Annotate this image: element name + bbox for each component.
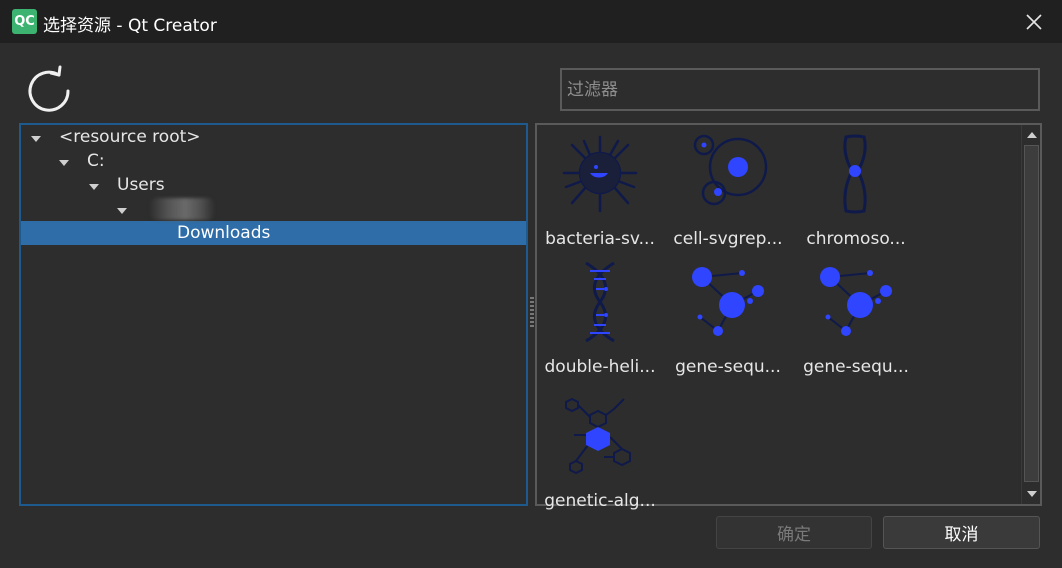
ok-button[interactable]: 确定 bbox=[716, 516, 872, 549]
tree-item-label: <resource root> bbox=[59, 127, 201, 147]
resource-item-label: double-heli... bbox=[544, 357, 656, 377]
scroll-down-arrow-icon bbox=[1026, 491, 1037, 497]
resource-item-label: gene-sequ... bbox=[675, 357, 781, 377]
gene-sequence-icon bbox=[692, 267, 764, 336]
refresh-button[interactable] bbox=[24, 65, 74, 115]
bacteria-icon bbox=[562, 135, 638, 213]
vertical-scrollbar[interactable] bbox=[1021, 125, 1040, 504]
tree-item-c-drive[interactable]: C: bbox=[57, 151, 257, 175]
genetic-algorithm-icon bbox=[565, 397, 631, 475]
title-bar: QC 选择资源 - Qt Creator bbox=[0, 0, 1062, 43]
resource-item-label: bacteria-sv... bbox=[545, 229, 655, 249]
tree-item-label: Users bbox=[117, 175, 165, 195]
expand-arrow-icon[interactable] bbox=[31, 136, 41, 142]
scrollbar-thumb[interactable] bbox=[1024, 145, 1039, 482]
resource-item-label: chromoso... bbox=[806, 229, 906, 249]
chromosome-icon bbox=[843, 134, 867, 214]
resource-item-label: gene-sequ... bbox=[803, 357, 909, 377]
close-icon bbox=[1026, 13, 1042, 30]
resource-item-bacteria[interactable]: bacteria-sv... bbox=[537, 125, 663, 255]
resource-item-label: genetic-alg... bbox=[544, 491, 656, 511]
scroll-down-button[interactable] bbox=[1022, 486, 1041, 502]
tree-item-resource-root[interactable]: <resource root> bbox=[29, 127, 329, 151]
scroll-up-button[interactable] bbox=[1022, 127, 1041, 143]
resource-dialog: QC 选择资源 - Qt Creator <resource root> bbox=[0, 0, 1062, 568]
resource-item-cell[interactable]: cell-svgrep... bbox=[665, 125, 791, 255]
resource-item-label: cell-svgrep... bbox=[673, 229, 783, 249]
window-title: 选择资源 - Qt Creator bbox=[43, 16, 217, 36]
expand-arrow-icon[interactable] bbox=[89, 184, 99, 190]
tree-item-downloads[interactable]: Downloads bbox=[177, 223, 477, 247]
resource-grid[interactable]: bacteria-sv... cell-svgrep... chromoso..… bbox=[535, 123, 1042, 511]
dialog-content: <resource root> C: Users Downloads bbox=[0, 43, 1062, 568]
double-helix-icon bbox=[585, 261, 615, 343]
splitter-handle[interactable] bbox=[530, 297, 534, 329]
resource-item-chromosome[interactable]: chromoso... bbox=[793, 125, 919, 255]
tree-item-label: C: bbox=[87, 151, 105, 171]
close-button[interactable] bbox=[1010, 0, 1058, 43]
qt-creator-logo-icon: QC bbox=[12, 9, 37, 34]
tree-item-label: Downloads bbox=[177, 223, 271, 243]
resource-item-gene-sequence-1[interactable]: gene-sequ... bbox=[665, 253, 791, 383]
expand-arrow-icon[interactable] bbox=[59, 160, 69, 166]
expand-arrow-icon[interactable] bbox=[117, 208, 127, 214]
folder-tree[interactable]: <resource root> C: Users Downloads bbox=[19, 123, 528, 506]
cell-icon bbox=[693, 134, 768, 206]
filter-input[interactable] bbox=[560, 68, 1040, 111]
refresh-icon bbox=[28, 65, 70, 112]
gene-sequence-icon bbox=[820, 267, 892, 336]
tree-item-users[interactable]: Users bbox=[87, 175, 287, 199]
resource-item-gene-sequence-2[interactable]: gene-sequ... bbox=[793, 253, 919, 383]
cancel-button[interactable]: 取消 bbox=[883, 516, 1040, 549]
resource-item-double-helix[interactable]: double-heli... bbox=[537, 253, 663, 383]
resource-item-genetic-algorithm[interactable]: genetic-alg... bbox=[537, 387, 663, 517]
redacted-username bbox=[149, 198, 215, 220]
scroll-up-arrow-icon bbox=[1026, 132, 1037, 138]
